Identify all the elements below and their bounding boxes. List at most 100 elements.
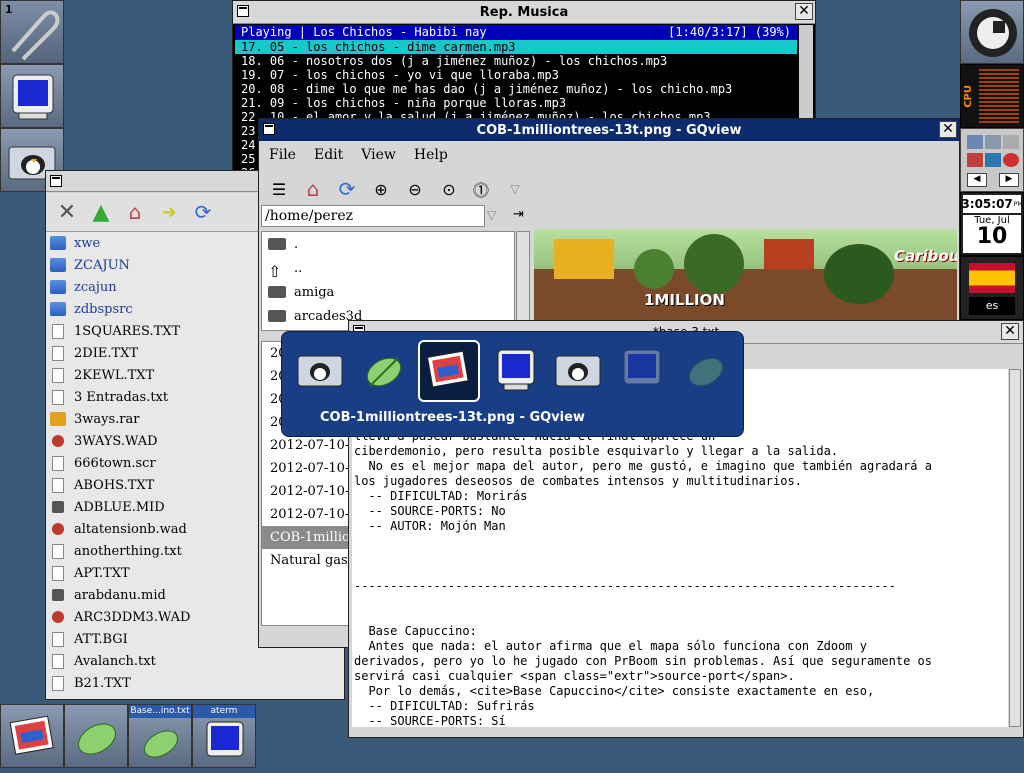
file-date-item[interactable]: 2012-07-10- [262, 503, 360, 526]
zoom-1-1-icon[interactable]: ⓵ [467, 175, 495, 203]
file-date-item[interactable]: 2012-07-10- [262, 457, 360, 480]
switcher-monitor-icon[interactable] [488, 342, 544, 398]
app-icon[interactable] [967, 153, 983, 167]
close-icon[interactable]: ✕ [1001, 323, 1019, 340]
playlist-item[interactable]: 20. 08 - dime lo que me has dao (j a jim… [235, 82, 797, 96]
file-date-item[interactable]: 2012-07-10- [262, 434, 360, 457]
file-date-item[interactable]: 2012-07-10- [262, 480, 360, 503]
file-name: ARC3DDM3.WAD [74, 609, 191, 625]
zoom-in-icon[interactable]: ⊕ [367, 175, 395, 203]
selected-file-item[interactable]: COB-1millio [262, 526, 360, 549]
switcher-monitor-icon-faded[interactable] [614, 342, 670, 398]
gq-toolbar: ☰ ⌂ ⟳ ⊕ ⊖ ⊙ ⓵ ▽ [259, 169, 534, 205]
go-icon[interactable]: ➜ [154, 197, 184, 227]
file-name: 3WAYS.WAD [74, 433, 158, 449]
playlist-item[interactable]: 18. 06 - nosotros dos (j a jiménez muñoz… [235, 54, 797, 68]
text-file-icon [52, 345, 64, 361]
close-icon[interactable]: ✕ [795, 3, 813, 20]
menu-item-file[interactable]: File [269, 147, 296, 163]
app-icon[interactable] [967, 135, 983, 149]
app-icon[interactable] [985, 135, 1001, 149]
zoom-fit-icon[interactable]: ⊙ [435, 175, 463, 203]
language-indicator[interactable]: es [960, 256, 1024, 320]
zoom-out-icon[interactable]: ⊖ [401, 175, 429, 203]
wad-file-icon [52, 611, 64, 623]
menu-item-help[interactable]: Help [414, 147, 448, 163]
close-icon[interactable]: ✕ [939, 121, 957, 138]
clock-date: 10 [976, 224, 1008, 249]
file-name: 1SQUARES.TXT [74, 323, 181, 339]
path-bar: /home/perez ▽ ⇥ [261, 205, 533, 227]
menu-item-view[interactable]: View [361, 147, 396, 163]
taskbar-editor-icon[interactable] [64, 704, 128, 768]
monitor-icon [497, 349, 535, 391]
folder-link-icon [50, 280, 66, 294]
file-name: zdbspsrc [74, 301, 133, 317]
path-input[interactable]: /home/perez [261, 205, 485, 227]
dropdown-icon[interactable]: ▽ [501, 175, 529, 203]
dir-name: .. [294, 260, 303, 276]
menu-item-edit[interactable]: Edit [314, 147, 343, 163]
swirl-logo-icon [969, 9, 1017, 57]
switcher-gqview-icon[interactable] [418, 340, 480, 402]
clock-ampm: PM [1013, 200, 1023, 208]
editor-line: -- SOURCE-PORTS: No [354, 504, 506, 518]
app-icon[interactable] [1003, 135, 1019, 149]
taskbar-aterm[interactable]: aterm [192, 704, 256, 768]
monitor-icon [12, 74, 54, 120]
monitor-dock-icon[interactable] [0, 64, 64, 128]
paperclip-icon [11, 10, 60, 61]
delete-icon[interactable]: ✕ [52, 197, 82, 227]
file-list-item[interactable]: Avalanch.txt [46, 650, 344, 672]
dir-item[interactable]: ⇧.. [262, 256, 514, 282]
system-dock-icon[interactable] [960, 0, 1024, 64]
editor-line: -- DIFICULTAD: Morirás [354, 489, 528, 503]
gqview-titlebar[interactable]: COB-1milliontrees-13t.png - GQview ✕ [259, 119, 959, 141]
right-arrow-icon[interactable]: ▶ [999, 173, 1019, 187]
up-arrow-icon[interactable]: ▲ [86, 197, 116, 227]
folder-link-icon [50, 236, 66, 250]
file-name: Avalanch.txt [74, 653, 156, 669]
editor-scrollbar[interactable] [1009, 369, 1021, 727]
refresh-icon[interactable]: ⟳ [188, 197, 218, 227]
path-go-icon[interactable]: ⇥ [513, 207, 524, 222]
clock-time: 3:05:07 [961, 197, 1013, 211]
minimize-icon[interactable] [50, 175, 62, 187]
switcher-folder-icon-2[interactable] [550, 342, 606, 398]
image-preview: Caribou 1MILLION [534, 229, 957, 321]
path-dropdown-icon[interactable]: ▽ [487, 208, 496, 222]
dir-item[interactable]: . [262, 232, 514, 256]
file-name: xwe [74, 235, 101, 251]
dir-name: amiga [294, 284, 335, 300]
file-name: 3 Entradas.txt [74, 389, 169, 405]
file-date-item[interactable]: Natural gas [262, 549, 360, 572]
minimize-icon[interactable] [237, 5, 249, 17]
taskbar-base-txt[interactable]: Base...ino.txt [128, 704, 192, 768]
switcher-folder-icon[interactable] [292, 342, 348, 398]
dir-scrollbar[interactable] [516, 231, 530, 331]
power-icon[interactable] [1003, 153, 1019, 167]
workspace-dock-icon[interactable]: 1 [0, 0, 64, 64]
playlist-item[interactable]: 19. 07 - los chichos - yo vi que lloraba… [235, 68, 797, 82]
file-list-item[interactable]: B21.TXT [46, 672, 344, 694]
refresh-icon[interactable]: ⟳ [333, 175, 361, 203]
now-playing-time: [1:40/3:17] (39%) [668, 25, 791, 39]
playlist-item[interactable]: 21. 09 - los chichos - niña porque llora… [235, 96, 797, 110]
scrollbar[interactable] [799, 25, 813, 120]
playlist-item[interactable]: 17. 05 - los chichos - dime carmen.mp3 [235, 40, 797, 54]
dir-item[interactable]: amiga [262, 280, 514, 304]
home-icon[interactable]: ⌂ [299, 175, 327, 203]
thumbnails-icon[interactable]: ☰ [265, 175, 293, 203]
text-file-icon [52, 565, 64, 581]
minimize-icon[interactable] [263, 123, 275, 135]
left-arrow-icon[interactable]: ◀ [967, 173, 987, 187]
music-titlebar[interactable]: Rep. Musica ✕ [233, 1, 815, 24]
switcher-editor-icon-faded[interactable] [678, 342, 734, 398]
app-icon[interactable] [985, 153, 1001, 167]
taskbar-start-icon[interactable] [0, 704, 64, 768]
home-icon[interactable]: ⌂ [120, 197, 150, 227]
monitor-icon [206, 721, 244, 757]
switcher-editor-icon[interactable] [356, 342, 412, 398]
